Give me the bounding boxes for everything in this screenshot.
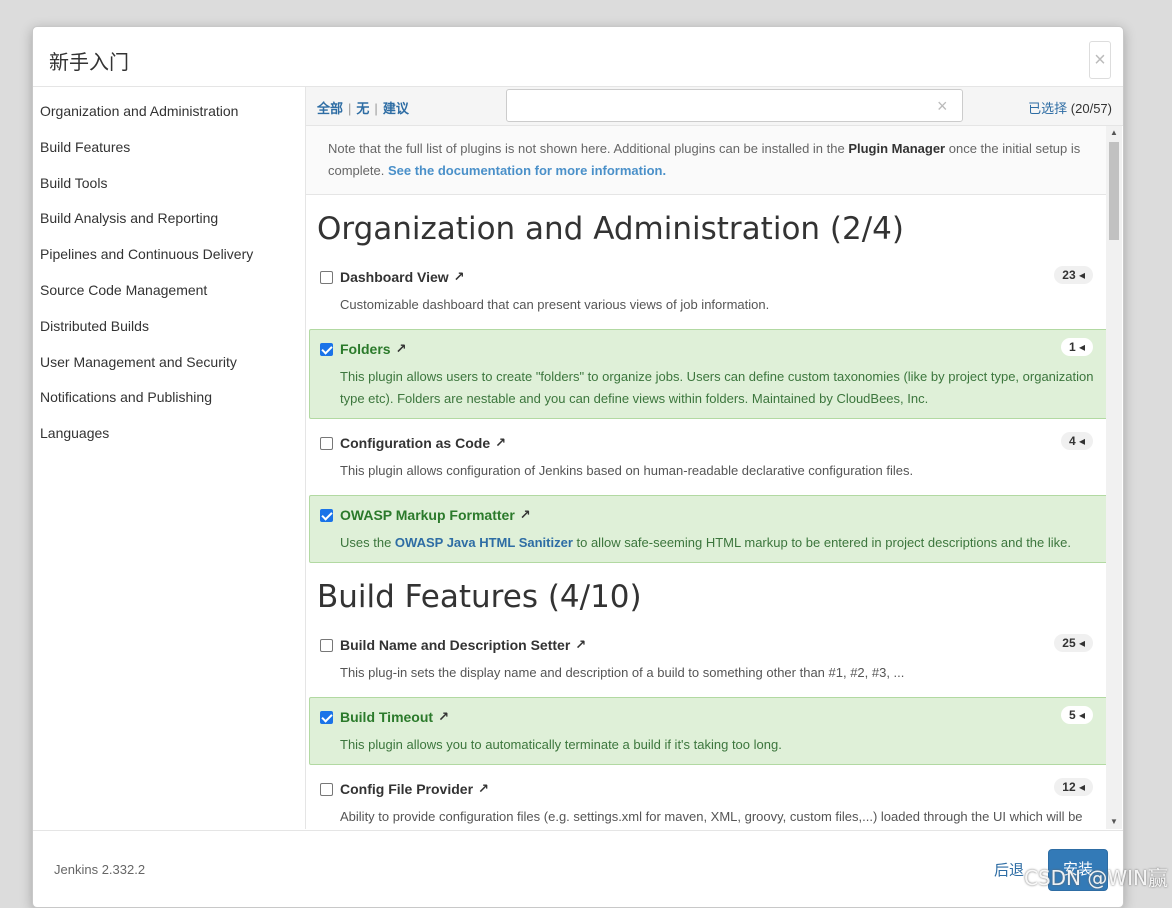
dependency-badge[interactable]: 4 ◂ [1060, 432, 1093, 450]
documentation-link[interactable]: See the documentation for more informati… [388, 163, 666, 178]
caret-left-icon: ◂ [1078, 636, 1085, 650]
plugin-description: This plug-in sets the display name and d… [340, 665, 905, 680]
sidebar-item-build-tools[interactable]: Build Tools [33, 159, 305, 195]
plugin-description: This plugin allows configuration of Jenk… [340, 463, 914, 478]
dependency-count: 25 [1062, 636, 1076, 650]
plugin-build-timeout: Build Timeout ↗ 5 ◂ This plugin allows y… [309, 697, 1108, 765]
section-title-organization: Organization and Administration (2/4) [317, 211, 904, 247]
scrollbar-thumb[interactable] [1109, 142, 1119, 240]
plugin-name[interactable]: Dashboard View [340, 269, 449, 285]
sidebar-item-notifications-and-publishing[interactable]: Notifications and Publishing [33, 373, 305, 409]
plugin-configuration-as-code: Configuration as Code ↗ 4 ◂ This plugin … [309, 423, 1108, 491]
plugin-list: Note that the full list of plugins is no… [306, 126, 1110, 829]
plugin-checkbox[interactable] [320, 436, 333, 450]
select-none-link[interactable]: 无 [356, 101, 369, 116]
selected-count-value: (20/57) [1070, 101, 1112, 116]
plugin-name[interactable]: Config File Provider [340, 781, 473, 797]
plugin-checkbox[interactable] [320, 638, 333, 652]
plugin-owasp-markup-formatter: OWASP Markup Formatter ↗ Uses the OWASP … [309, 495, 1108, 563]
close-button[interactable]: × [1089, 41, 1111, 79]
plugin-description: Customizable dashboard that can present … [340, 297, 770, 312]
plugin-checkbox[interactable] [320, 270, 333, 284]
external-link-icon[interactable]: ↗ [495, 435, 506, 451]
caret-left-icon: ◂ [1078, 268, 1085, 282]
dialog-footer: Jenkins 2.332.2 后退 安装 [33, 830, 1123, 908]
external-link-icon[interactable]: ↗ [520, 507, 531, 523]
note-text: Note that the full list of plugins is no… [328, 141, 849, 156]
sidebar-item-build-analysis-and-reporting[interactable]: Build Analysis and Reporting [33, 194, 305, 230]
plugin-name[interactable]: OWASP Markup Formatter [340, 507, 515, 523]
plugin-name[interactable]: Build Timeout [340, 709, 433, 725]
plugin-name[interactable]: Folders [340, 341, 391, 357]
external-link-icon[interactable]: ↗ [575, 637, 586, 653]
dependency-count: 4 [1068, 434, 1076, 448]
description-text: Uses the [340, 535, 395, 550]
dependency-count: 12 [1062, 780, 1076, 794]
selection-filter-links: 全部 | 无 | 建议 [317, 98, 409, 117]
plugin-checkbox[interactable] [320, 710, 333, 724]
plugin-description: Uses the OWASP Java HTML Sanitizer to al… [320, 526, 1097, 554]
external-link-icon[interactable]: ↗ [478, 781, 489, 797]
section-title-build-features: Build Features (4/10) [317, 579, 642, 615]
plugin-dashboard-view: Dashboard View ↗ 23 ◂ Customizable dashb… [309, 257, 1108, 325]
scroll-down-arrow-icon[interactable]: ▼ [1109, 817, 1119, 827]
plugin-checkbox[interactable] [320, 782, 333, 796]
selected-label-link[interactable]: 已选择 [1028, 101, 1067, 116]
dependency-count: 5 [1068, 708, 1076, 722]
external-link-icon[interactable]: ↗ [454, 269, 465, 285]
separator: | [348, 101, 352, 116]
sidebar-item-organization-and-administration[interactable]: Organization and Administration [33, 87, 305, 123]
plugin-search-input[interactable] [506, 89, 963, 122]
dependency-badge[interactable]: 25 ◂ [1054, 634, 1093, 652]
scroll-up-arrow-icon[interactable]: ▲ [1109, 128, 1119, 138]
csdn-watermark: CSDN @WIN赢 [1024, 866, 1169, 890]
selected-count: 已选择 (20/57) [1028, 98, 1112, 117]
caret-left-icon: ◂ [1078, 780, 1085, 794]
dependency-badge[interactable]: 1 ◂ [1060, 338, 1093, 356]
external-link-icon[interactable]: ↗ [438, 709, 449, 725]
sidebar-item-distributed-builds[interactable]: Distributed Builds [33, 302, 305, 338]
select-all-link[interactable]: 全部 [317, 101, 343, 116]
sidebar-item-build-features[interactable]: Build Features [33, 123, 305, 159]
dependency-count: 23 [1062, 268, 1076, 282]
dialog-title: 新手入门 [49, 50, 129, 74]
jenkins-version: Jenkins 2.332.2 [54, 862, 146, 877]
sidebar-item-user-management-and-security[interactable]: User Management and Security [33, 338, 305, 374]
dependency-badge[interactable]: 23 ◂ [1054, 266, 1093, 284]
plugin-folders: Folders ↗ 1 ◂ This plugin allows users t… [309, 329, 1108, 419]
setup-wizard-dialog: 新手入门 × Organization and Administration B… [32, 26, 1124, 908]
plugin-name[interactable]: Configuration as Code [340, 435, 490, 451]
plugin-checkbox[interactable] [320, 342, 333, 356]
category-sidebar: Organization and Administration Build Fe… [33, 87, 306, 829]
plugin-checkbox[interactable] [320, 508, 333, 522]
sidebar-item-source-code-management[interactable]: Source Code Management [33, 266, 305, 302]
dialog-header: 新手入门 × [33, 27, 1123, 87]
caret-left-icon: ◂ [1078, 708, 1085, 722]
dependency-badge[interactable]: 5 ◂ [1060, 706, 1093, 724]
plugin-description: This plugin allows you to automatically … [340, 737, 782, 752]
plugin-build-name-setter: Build Name and Description Setter ↗ 25 ◂… [309, 625, 1108, 693]
caret-left-icon: ◂ [1078, 340, 1085, 354]
plugin-list-scrollbar[interactable]: ▲ ▼ [1106, 126, 1122, 829]
note-bold: Plugin Manager [848, 141, 946, 156]
plugin-manager-note: Note that the full list of plugins is no… [306, 126, 1110, 195]
plugin-config-file-provider: Config File Provider ↗ 12 ◂ Ability to p… [309, 769, 1108, 829]
sidebar-item-pipelines-and-continuous-delivery[interactable]: Pipelines and Continuous Delivery [33, 230, 305, 266]
plugin-name[interactable]: Build Name and Description Setter [340, 637, 570, 653]
plugin-description: Ability to provide configuration files (… [340, 809, 1083, 824]
dependency-count: 1 [1068, 340, 1076, 354]
separator: | [374, 101, 378, 116]
caret-left-icon: ◂ [1078, 434, 1085, 448]
description-text: to allow safe-seeming HTML markup to be … [572, 535, 1072, 550]
owasp-sanitizer-link[interactable]: OWASP Java HTML Sanitizer [395, 535, 573, 550]
dependency-badge[interactable]: 12 ◂ [1054, 778, 1093, 796]
sidebar-item-languages[interactable]: Languages [33, 409, 305, 445]
select-suggested-link[interactable]: 建议 [383, 101, 409, 116]
back-button[interactable]: 后退 [994, 859, 1024, 880]
external-link-icon[interactable]: ↗ [396, 341, 407, 357]
plugin-toolbar: 全部 | 无 | 建议 × 已选择 (20/57) [306, 87, 1123, 126]
plugin-description: This plugin allows users to create "fold… [340, 369, 1094, 406]
